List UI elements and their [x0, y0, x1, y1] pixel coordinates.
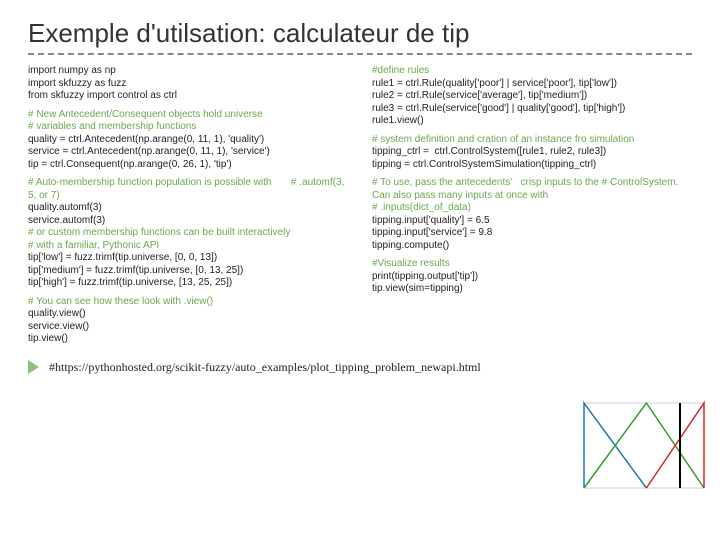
bullet-arrow-icon — [28, 360, 39, 374]
code-columns: import numpy as np import skfuzzy as fuz… — [28, 65, 692, 352]
footer-url: #https://pythonhosted.org/scikit-fuzzy/a… — [49, 360, 481, 375]
membership-plot — [574, 398, 714, 498]
code-system: # system definition and cration of an in… — [372, 134, 692, 172]
left-column: import numpy as np import skfuzzy as fuz… — [28, 65, 348, 352]
title-divider — [28, 53, 692, 55]
footer: #https://pythonhosted.org/scikit-fuzzy/a… — [28, 360, 692, 375]
slide-title: Exemple d'utilsation: calculateur de tip — [28, 18, 692, 49]
code-antecedent: # New Antecedent/Consequent objects hold… — [28, 109, 348, 172]
code-visualize: #Visualize results print(tipping.output[… — [372, 258, 692, 296]
code-automf: # Auto-membership function population is… — [28, 177, 348, 290]
code-imports: import numpy as np import skfuzzy as fuz… — [28, 65, 348, 103]
right-column: #define rules rule1 = ctrl.Rule(quality[… — [372, 65, 692, 352]
code-inputs: # To use, pass the antecedents' crisp in… — [372, 177, 692, 252]
code-rules: #define rules rule1 = ctrl.Rule(quality[… — [372, 65, 692, 128]
code-view: # You can see how these look with .view(… — [28, 296, 348, 346]
